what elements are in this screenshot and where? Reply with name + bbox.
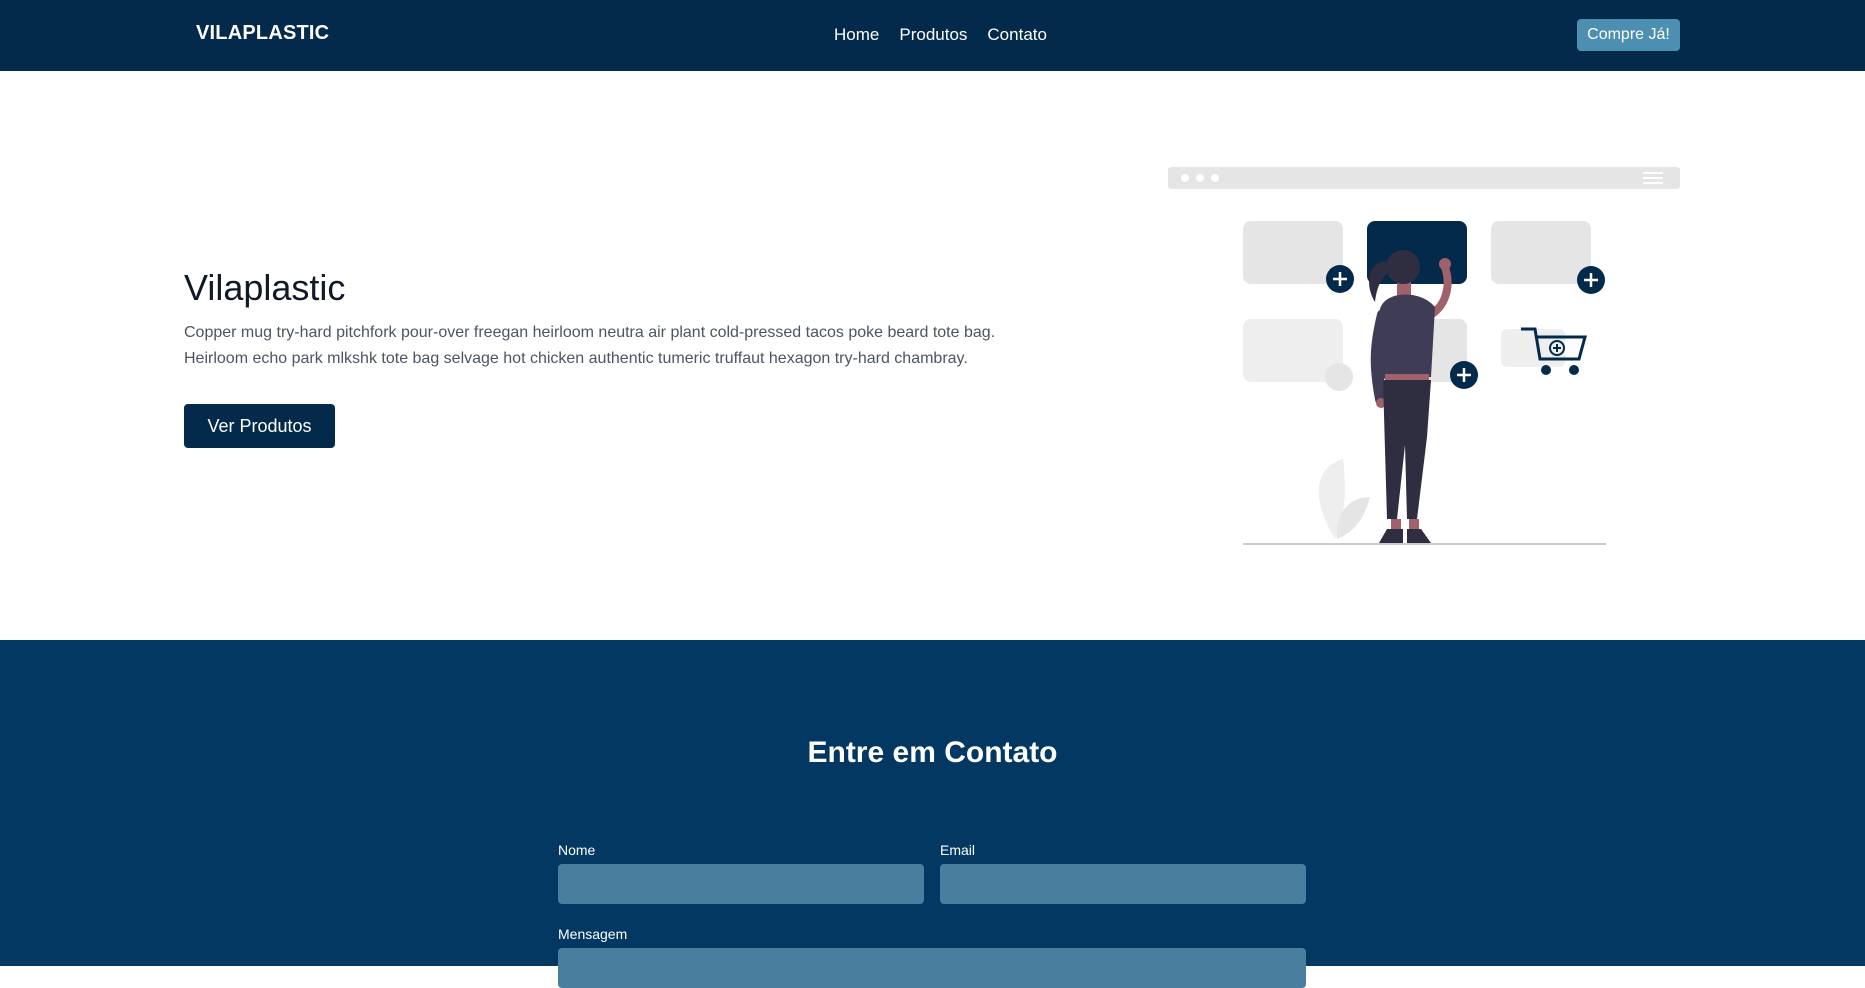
menu-icon: [1643, 172, 1663, 184]
email-input[interactable]: [940, 864, 1306, 904]
hero-section: Vilaplastic Copper mug try-hard pitchfor…: [0, 71, 1865, 640]
buy-now-button[interactable]: Compre Já!: [1577, 19, 1680, 51]
shopping-illustration: [1168, 167, 1680, 545]
message-label: Mensagem: [558, 926, 628, 942]
name-label: Nome: [558, 842, 596, 858]
browser-bar: [1168, 167, 1680, 189]
top-navbar: VILAPLASTIC Home Produtos Contato Compre…: [0, 0, 1865, 71]
nav-link-contato[interactable]: Contato: [987, 25, 1047, 45]
contact-title: Entre em Contato: [807, 736, 1058, 769]
hero-description: Copper mug try-hard pitchfork pour-over …: [184, 324, 996, 367]
email-label: Email: [940, 842, 976, 858]
nav-link-home[interactable]: Home: [834, 25, 879, 45]
view-products-button[interactable]: Ver Produtos: [184, 404, 335, 448]
nav-link-produtos[interactable]: Produtos: [899, 25, 967, 45]
brand-logo[interactable]: VILAPLASTIC: [196, 22, 329, 45]
plus-icon: [1326, 265, 1354, 293]
message-textarea[interactable]: [558, 948, 1306, 988]
plant-decoration: [1318, 459, 1370, 539]
main-menu: Home Produtos Contato: [834, 25, 1047, 45]
product-card: [1491, 221, 1591, 284]
woman-figure: [1369, 250, 1452, 543]
name-input[interactable]: [558, 864, 924, 904]
plus-icon: [1450, 361, 1478, 389]
plus-icon: [1577, 266, 1605, 294]
hero-title: Vilaplastic: [184, 267, 346, 308]
contact-section: Entre em Contato Nome Email Mensagem: [0, 640, 1865, 988]
